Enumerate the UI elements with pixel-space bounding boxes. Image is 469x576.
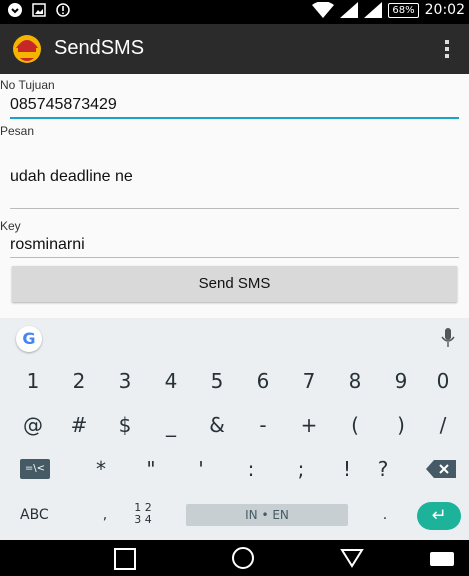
key-underscore[interactable]: _ <box>148 404 194 446</box>
key-0[interactable]: 0 <box>420 360 466 402</box>
bottom-row: ABC , 1 2 3 4 IN • EN . ↵ <box>0 494 469 536</box>
wifi-icon <box>312 2 335 18</box>
pesan-label: Pesan <box>0 124 35 138</box>
app-bar: SendSMS <box>0 24 469 74</box>
alert-icon <box>56 3 70 17</box>
pesan-underline <box>10 208 459 209</box>
clock: 20:02 <box>424 2 465 18</box>
image-icon <box>32 3 46 17</box>
battery-icon: 68% <box>388 2 419 18</box>
google-logo-icon[interactable]: G <box>16 326 42 352</box>
key-underline <box>10 257 459 258</box>
symbol-row: @ # $ _ & - + ( ) / <box>0 404 469 446</box>
app-title: SendSMS <box>54 37 145 59</box>
app-logo-icon <box>13 35 41 63</box>
key-hash[interactable]: # <box>56 404 102 446</box>
pesan-input[interactable]: udah deadline ne <box>10 168 459 186</box>
key-double-quote[interactable]: " <box>128 448 174 490</box>
more-vert-icon[interactable] <box>445 40 449 58</box>
key-comma[interactable]: , <box>82 494 128 536</box>
key-3[interactable]: 3 <box>102 360 148 402</box>
fraction-key[interactable]: 1 2 3 4 <box>128 502 158 526</box>
abc-key[interactable]: ABC <box>20 494 49 536</box>
key-colon[interactable]: : <box>228 448 274 490</box>
key-9[interactable]: 9 <box>378 360 424 402</box>
signal-icon <box>340 2 359 18</box>
signal-icon-2 <box>364 2 383 18</box>
mic-icon[interactable] <box>441 328 455 348</box>
key-6[interactable]: 6 <box>240 360 286 402</box>
keyboard-icon[interactable] <box>430 552 454 566</box>
fraction-bottom: 3 4 <box>134 513 152 526</box>
punct-row: =\< * " ' : ; ! ? <box>0 448 469 490</box>
enter-icon[interactable]: ↵ <box>417 502 461 530</box>
key-input[interactable]: rosminarni <box>10 236 459 254</box>
key-open-paren[interactable]: ( <box>332 404 378 446</box>
key-7[interactable]: 7 <box>286 360 332 402</box>
recent-triangle-icon[interactable] <box>340 548 364 568</box>
no-tujuan-input[interactable]: 085745873429 <box>10 96 459 114</box>
key-period[interactable]: . <box>362 494 408 536</box>
key-semicolon[interactable]: ; <box>278 448 324 490</box>
key-label: Key <box>0 219 21 233</box>
key-asterisk[interactable]: * <box>78 448 124 490</box>
home-circle-icon[interactable] <box>232 547 254 569</box>
status-bar: 68% 20:02 <box>0 0 469 24</box>
nav-bar <box>0 540 469 576</box>
space-bar[interactable]: IN • EN <box>186 504 348 526</box>
key-1[interactable]: 1 <box>10 360 56 402</box>
key-ampersand[interactable]: & <box>194 404 240 446</box>
key-2[interactable]: 2 <box>56 360 102 402</box>
key-minus[interactable]: - <box>240 404 286 446</box>
no-tujuan-label: No Tujuan <box>0 78 55 92</box>
back-square-icon[interactable] <box>114 548 136 570</box>
backspace-icon[interactable] <box>426 460 456 478</box>
key-4[interactable]: 4 <box>148 360 194 402</box>
key-slash[interactable]: / <box>420 404 466 446</box>
key-single-quote[interactable]: ' <box>178 448 224 490</box>
key-plus[interactable]: + <box>286 404 332 446</box>
key-5[interactable]: 5 <box>194 360 240 402</box>
keyboard-suggestion-bar: G <box>0 318 469 358</box>
key-question[interactable]: ? <box>360 448 406 490</box>
shift-symbols-key[interactable]: =\< <box>20 459 50 479</box>
key-8[interactable]: 8 <box>332 360 378 402</box>
number-row: 1 2 3 4 5 6 7 8 9 0 <box>0 360 469 402</box>
key-close-paren[interactable]: ) <box>378 404 424 446</box>
send-sms-button[interactable]: Send SMS <box>12 266 457 302</box>
keyboard: G 1 2 3 4 5 6 7 8 9 0 @ # $ _ & - + ( ) … <box>0 318 469 540</box>
notification-icon <box>8 3 22 17</box>
no-tujuan-underline <box>10 117 459 119</box>
key-at[interactable]: @ <box>10 404 56 446</box>
key-dollar[interactable]: $ <box>102 404 148 446</box>
